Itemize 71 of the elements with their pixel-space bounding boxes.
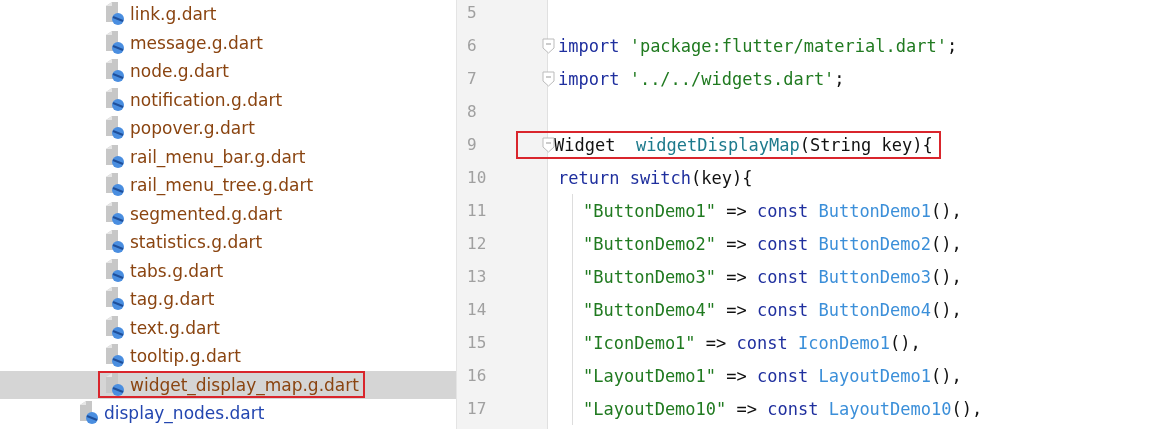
- tree-row[interactable]: statistics.g.dart: [0, 228, 456, 257]
- file-name: notification.g.dart: [130, 89, 283, 110]
- line-number: 6: [466, 35, 478, 57]
- line-number: 13: [466, 266, 488, 288]
- tree-row[interactable]: tooltip.g.dart: [0, 342, 456, 371]
- dart-file-icon: [104, 59, 126, 84]
- dart-file-icon: [104, 30, 126, 55]
- tree-row[interactable]: widget_display_map.g.dart: [0, 370, 456, 399]
- tree-row[interactable]: rail_menu_bar.g.dart: [0, 142, 456, 171]
- file-name: rail_menu_bar.g.dart: [130, 146, 306, 167]
- dart-file-icon: [104, 201, 126, 226]
- code-line: "ButtonDemo2" => const ButtonDemo2(),: [582, 232, 963, 256]
- file-name: widget_display_map.g.dart: [130, 374, 359, 395]
- dart-file-icon: [104, 315, 126, 340]
- fold-marker-icon[interactable]: [542, 137, 555, 153]
- file-name: tabs.g.dart: [130, 260, 224, 281]
- line-number: 16: [466, 365, 488, 387]
- code-line: "LayoutDemo1" => const LayoutDemo1(),: [582, 364, 963, 388]
- file-name: link.g.dart: [130, 4, 217, 25]
- dart-file-icon: [104, 287, 126, 312]
- code-line: "LayoutDemo10" => const LayoutDemo10(),: [582, 397, 984, 421]
- fold-marker-icon[interactable]: [542, 38, 555, 54]
- tree-row[interactable]: node.g.dart: [0, 57, 456, 86]
- line-number: 10: [466, 167, 488, 189]
- line-number: 5: [466, 2, 478, 24]
- dart-file-icon: [104, 87, 126, 112]
- code-line: return switch(key){: [557, 166, 754, 190]
- tree-row[interactable]: link.g.dart: [0, 0, 456, 29]
- dart-file-icon: [104, 344, 126, 369]
- dart-file-icon: [104, 2, 126, 27]
- tree-row[interactable]: text.g.dart: [0, 313, 456, 342]
- code-line: import '../../widgets.dart';: [557, 67, 846, 91]
- file-name: tooltip.g.dart: [130, 346, 241, 367]
- code-line: import 'package:flutter/material.dart';: [557, 34, 959, 58]
- tree-row[interactable]: tabs.g.dart: [0, 256, 456, 285]
- line-number: 17: [466, 398, 488, 420]
- tree-row[interactable]: rail_menu_tree.g.dart: [0, 171, 456, 200]
- file-name: tag.g.dart: [130, 289, 215, 310]
- line-number: 12: [466, 233, 488, 255]
- tree-row[interactable]: message.g.dart: [0, 28, 456, 57]
- file-name: display_nodes.dart: [104, 403, 265, 424]
- file-name: statistics.g.dart: [130, 232, 263, 253]
- file-name: popover.g.dart: [130, 118, 255, 139]
- file-name: segmented.g.dart: [130, 203, 283, 224]
- dart-file-icon: [78, 401, 100, 426]
- dart-file-icon: [104, 372, 126, 397]
- dart-file-icon: [104, 230, 126, 255]
- file-name: rail_menu_tree.g.dart: [130, 175, 314, 196]
- code-line: "ButtonDemo1" => const ButtonDemo1(),: [582, 199, 963, 223]
- file-name: text.g.dart: [130, 317, 220, 338]
- code-line: "ButtonDemo4" => const ButtonDemo4(),: [582, 298, 963, 322]
- file-name: node.g.dart: [130, 61, 229, 82]
- tree-row[interactable]: notification.g.dart: [0, 85, 456, 114]
- line-number: 9: [466, 134, 478, 156]
- line-number: 11: [466, 200, 488, 222]
- dart-file-icon: [104, 144, 126, 169]
- tree-row[interactable]: display_nodes.dart: [0, 399, 456, 428]
- line-number: 15: [466, 332, 488, 354]
- line-number: 8: [466, 101, 478, 123]
- tree-row[interactable]: segmented.g.dart: [0, 199, 456, 228]
- code-line: "IconDemo1" => const IconDemo1(),: [582, 331, 922, 355]
- dart-file-icon: [104, 173, 126, 198]
- code-line: "ButtonDemo3" => const ButtonDemo3(),: [582, 265, 963, 289]
- file-name: message.g.dart: [130, 32, 263, 53]
- fold-marker-icon[interactable]: [542, 71, 555, 87]
- dart-file-icon: [104, 258, 126, 283]
- line-number: 14: [466, 299, 488, 321]
- dart-file-icon: [104, 116, 126, 141]
- tree-row[interactable]: popover.g.dart: [0, 114, 456, 143]
- tree-row[interactable]: tag.g.dart: [0, 285, 456, 314]
- line-number: 7: [466, 68, 478, 90]
